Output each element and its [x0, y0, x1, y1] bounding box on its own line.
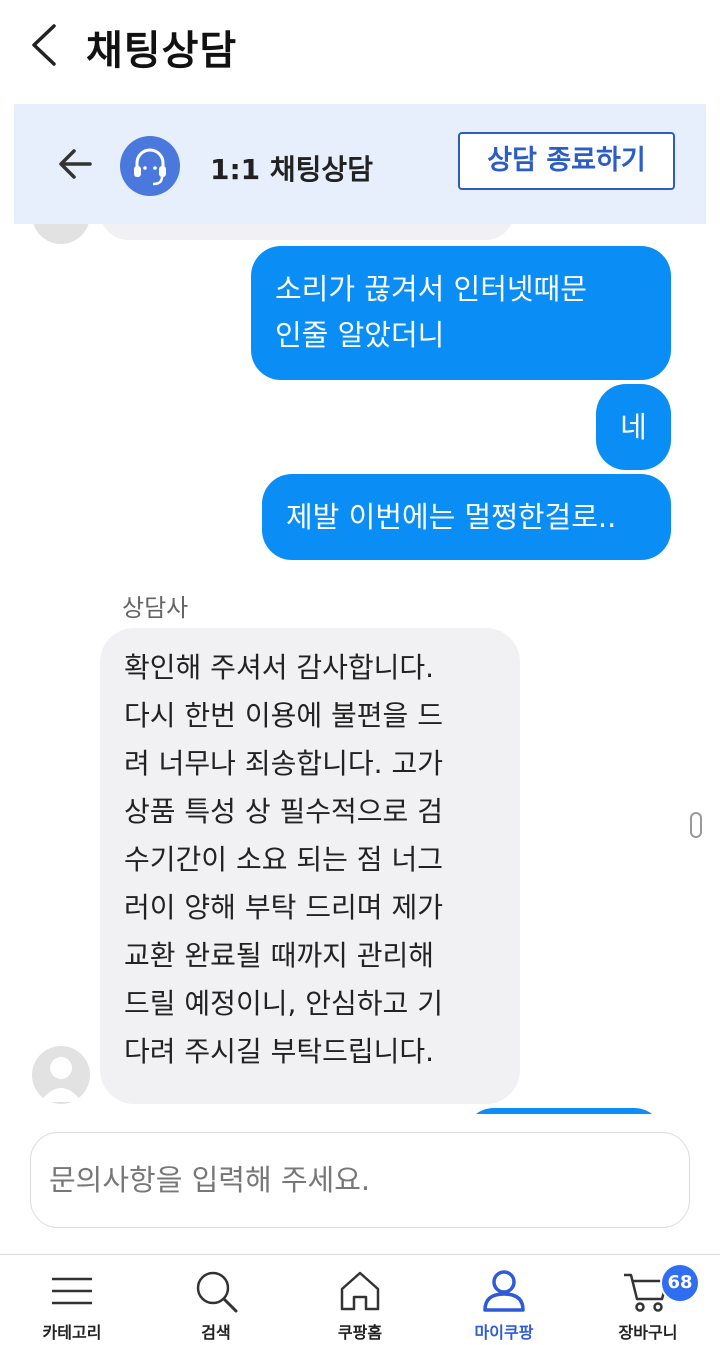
message-line: 네	[620, 410, 647, 444]
message-line: 드릴 예정이니, 안심하고 기	[124, 987, 443, 1020]
nav-label: 쿠팡홈	[337, 1323, 383, 1342]
cart-count-badge: 68	[660, 1263, 700, 1303]
app-bar: 채팅상담	[0, 0, 720, 90]
nav-home[interactable]: 쿠팡홈	[288, 1255, 432, 1345]
chat-back-icon[interactable]	[56, 144, 96, 184]
sender-name: 상담사	[122, 594, 189, 622]
message-line: 제발 이번에는 멀쩡한걸로..	[286, 500, 617, 534]
nav-label: 장바구니	[618, 1323, 678, 1342]
message-line: 려 너무나 죄송합니다. 고가	[124, 747, 443, 780]
message-line: 상품 특성 상 필수적으로 검	[124, 795, 443, 828]
message-line: 교환 완료될 때까지 관리해	[124, 939, 435, 972]
message-line: 인줄 알았더니	[275, 318, 445, 352]
message-list[interactable]: 소리가 끊겨서 인터넷때문 인줄 알았더니 네 제발 이번에는 멀쩡한걸로.. …	[14, 224, 706, 1114]
avatar	[32, 1046, 90, 1104]
scrollbar[interactable]	[690, 234, 702, 1114]
agent-headset-icon	[120, 136, 180, 196]
user-icon	[483, 1270, 525, 1312]
incoming-message: 확인해 주셔서 감사합니다. 다시 한번 이용에 불편을 드 려 너무나 죄송합…	[100, 628, 520, 1104]
menu-icon	[52, 1277, 92, 1305]
chat-title: 1:1 채팅상담	[210, 153, 373, 186]
message-line: 다려 주시길 부탁드립니다.	[124, 1035, 435, 1068]
outgoing-message-partial	[464, 1108, 664, 1114]
bottom-navigation: 카테고리 검색 쿠팡홈 마이쿠팡 68 장바구니	[0, 1254, 720, 1345]
home-icon	[340, 1271, 380, 1311]
message-line: 다시 한번 이용에 불편을 드	[124, 699, 443, 732]
message-line: 러이 양해 부탁 드리며 제가	[124, 891, 443, 924]
avatar	[32, 224, 90, 244]
back-arrow-icon[interactable]	[26, 22, 66, 68]
outgoing-message: 소리가 끊겨서 인터넷때문 인줄 알았더니	[251, 246, 671, 380]
message-input[interactable]	[49, 1155, 669, 1205]
chat-header: 1:1 채팅상담 상담 종료하기	[14, 104, 706, 224]
nav-search[interactable]: 검색	[144, 1255, 288, 1345]
message-line: 확인해 주셔서 감사합니다.	[124, 651, 435, 684]
nav-label: 마이쿠팡	[474, 1323, 534, 1342]
nav-label: 검색	[201, 1323, 231, 1342]
scrollbar-thumb[interactable]	[690, 812, 702, 838]
message-line: 수기간이 소요 되는 점 너그	[124, 843, 443, 876]
nav-label: 카테고리	[42, 1323, 102, 1342]
message-bubble-partial	[100, 224, 514, 240]
nav-my-coupang[interactable]: 마이쿠팡	[432, 1255, 576, 1345]
nav-category[interactable]: 카테고리	[0, 1255, 144, 1345]
message-input-container	[30, 1132, 690, 1228]
page-title: 채팅상담	[86, 28, 238, 74]
outgoing-message: 네	[596, 384, 671, 470]
nav-cart[interactable]: 68 장바구니	[576, 1255, 720, 1345]
search-icon	[196, 1271, 238, 1313]
outgoing-message: 제발 이번에는 멀쩡한걸로..	[262, 474, 671, 560]
chat-panel: 1:1 채팅상담 상담 종료하기 소리가 끊겨서 인터넷때문 인줄 알았더니 네…	[14, 104, 706, 1254]
message-line: 소리가 끊겨서 인터넷때문	[275, 272, 587, 306]
end-consultation-button[interactable]: 상담 종료하기	[458, 132, 675, 190]
